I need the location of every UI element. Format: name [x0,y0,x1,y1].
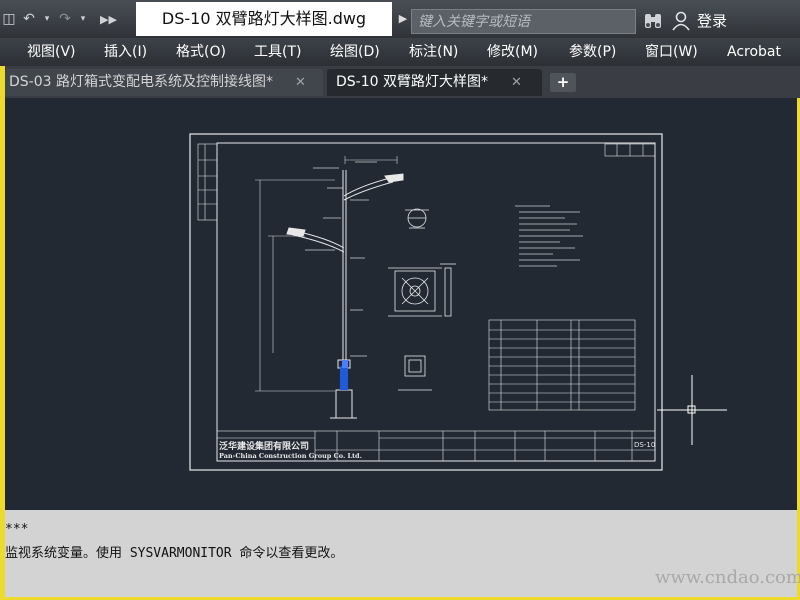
menu-view[interactable]: 视图(V) [27,42,76,62]
document-title: DS-10 双臂路灯大样图.dwg [136,2,392,36]
user-icon[interactable] [671,11,691,31]
menu-window[interactable]: 窗口(W) [645,42,698,62]
menu-tools[interactable]: 工具(T) [254,42,301,62]
company-name-cn: 泛华建设集团有限公司 [219,440,309,452]
drawing-canvas[interactable]: 泛华建设集团有限公司 Pan-China Construction Group … [5,98,797,510]
open-icon[interactable]: ◫ [2,11,16,27]
command-line-2: 监视系统变量。使用 SYSVARMONITOR 命令以查看更改。 [5,546,344,561]
tab-label: DS-03 路灯箱式变配电系统及控制接线图* [9,74,273,90]
menu-insert[interactable]: 插入(I) [104,42,147,62]
menu-dimension[interactable]: 标注(N) [409,42,458,62]
login-button[interactable]: 登录 [697,10,727,32]
new-tab-button[interactable]: + [550,73,576,92]
search-arrow-icon[interactable]: ▶ [397,12,409,26]
flange-detail [388,208,456,391]
pole-base-blue [340,366,348,390]
command-line-1: *** [5,522,29,537]
binding-strip [197,143,218,221]
menu-draw[interactable]: 绘图(D) [330,42,380,62]
tab-ds-10[interactable]: DS-10 双臂路灯大样图* ✕ [327,69,542,96]
close-icon[interactable]: ✕ [295,69,306,96]
dropdown-icon[interactable]: ▾ [78,14,88,24]
watermark-text: www.cndao.com [655,567,800,588]
close-icon[interactable]: ✕ [511,69,522,96]
menu-bar: 视图(V) 插入(I) 格式(O) 工具(T) 绘图(D) 标注(N) 修改(M… [0,38,800,66]
sheet-number: DS-10 [634,441,655,449]
menu-modify[interactable]: 修改(M) [487,42,538,62]
crosshair-cursor [657,375,727,445]
material-table [488,319,636,411]
menu-format[interactable]: 格式(O) [176,42,226,62]
file-tab-bar: DS-03 路灯箱式变配电系统及控制接线图* ✕ DS-10 双臂路灯大样图* … [5,66,800,98]
menu-acrobat[interactable]: Acrobat [727,42,781,62]
dropdown-icon[interactable]: ▾ [42,14,52,24]
more-icon[interactable]: ▶▶ [100,13,117,26]
title-bar: ◫ ↶ ▾ ↷ ▾ ▶▶ DS-10 双臂路灯大样图.dwg ▶ 登录 [0,0,800,38]
search-input[interactable] [411,9,636,34]
menu-parameter[interactable]: 参数(P) [569,42,616,62]
undo-icon[interactable]: ↶ [20,11,38,27]
pole-annotations [305,161,377,357]
redo-icon[interactable]: ↷ [56,11,74,27]
tab-ds-03[interactable]: DS-03 路灯箱式变配电系统及控制接线图* ✕ [5,69,323,96]
company-name-en: Pan-China Construction Group Co. Ltd. [219,452,362,460]
pole-door [342,360,348,368]
dimension-lines [255,156,398,392]
quick-access-toolbar: ◫ ↶ ▾ ↷ ▾ ▶▶ [0,6,136,32]
binoculars-icon[interactable] [643,11,663,31]
revision-boxes [604,143,656,157]
sheet-inner-border [216,142,656,462]
technical-notes [515,205,583,267]
tab-label: DS-10 双臂路灯大样图* [336,74,488,90]
cad-drawing: 泛华建设集团有限公司 Pan-China Construction Group … [189,133,727,471]
